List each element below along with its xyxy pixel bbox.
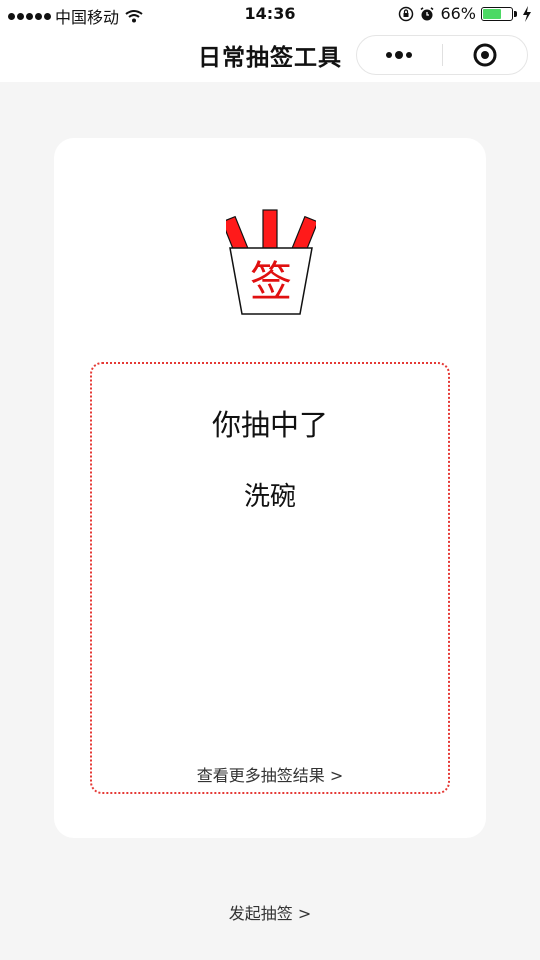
result-heading: 你抽中了 xyxy=(211,408,328,442)
charging-bolt-icon xyxy=(523,5,531,22)
close-miniprogram-button[interactable] xyxy=(443,36,528,74)
nav-bar: 日常抽签工具 xyxy=(0,28,540,82)
more-menu-button[interactable] xyxy=(357,36,442,74)
more-dots-icon xyxy=(386,51,413,59)
battery-level-fill xyxy=(483,8,501,19)
battery-percent: 66% xyxy=(440,4,476,23)
result-value: 洗碗 xyxy=(243,482,296,512)
alarm-icon xyxy=(420,6,434,20)
miniprogram-capsule xyxy=(356,35,528,75)
lots-cup-icon: 签 xyxy=(226,209,316,315)
start-draw-link[interactable]: 发起抽签 > xyxy=(0,900,540,924)
lots-cup-char: 签 xyxy=(250,257,292,306)
orientation-lock-icon xyxy=(399,6,414,21)
status-bar-right: 66% xyxy=(398,4,532,23)
result-box: 你抽中了 洗碗 查看更多抽签结果 > xyxy=(90,362,450,794)
target-circle-icon xyxy=(473,43,497,67)
battery-icon xyxy=(481,6,517,21)
status-bar: 中国移动 14:36 66% xyxy=(0,0,540,28)
view-more-results-link[interactable]: 查看更多抽签结果 > xyxy=(92,762,448,786)
draw-card: 签 你抽中了 洗碗 查看更多抽签结果 > xyxy=(54,138,486,838)
